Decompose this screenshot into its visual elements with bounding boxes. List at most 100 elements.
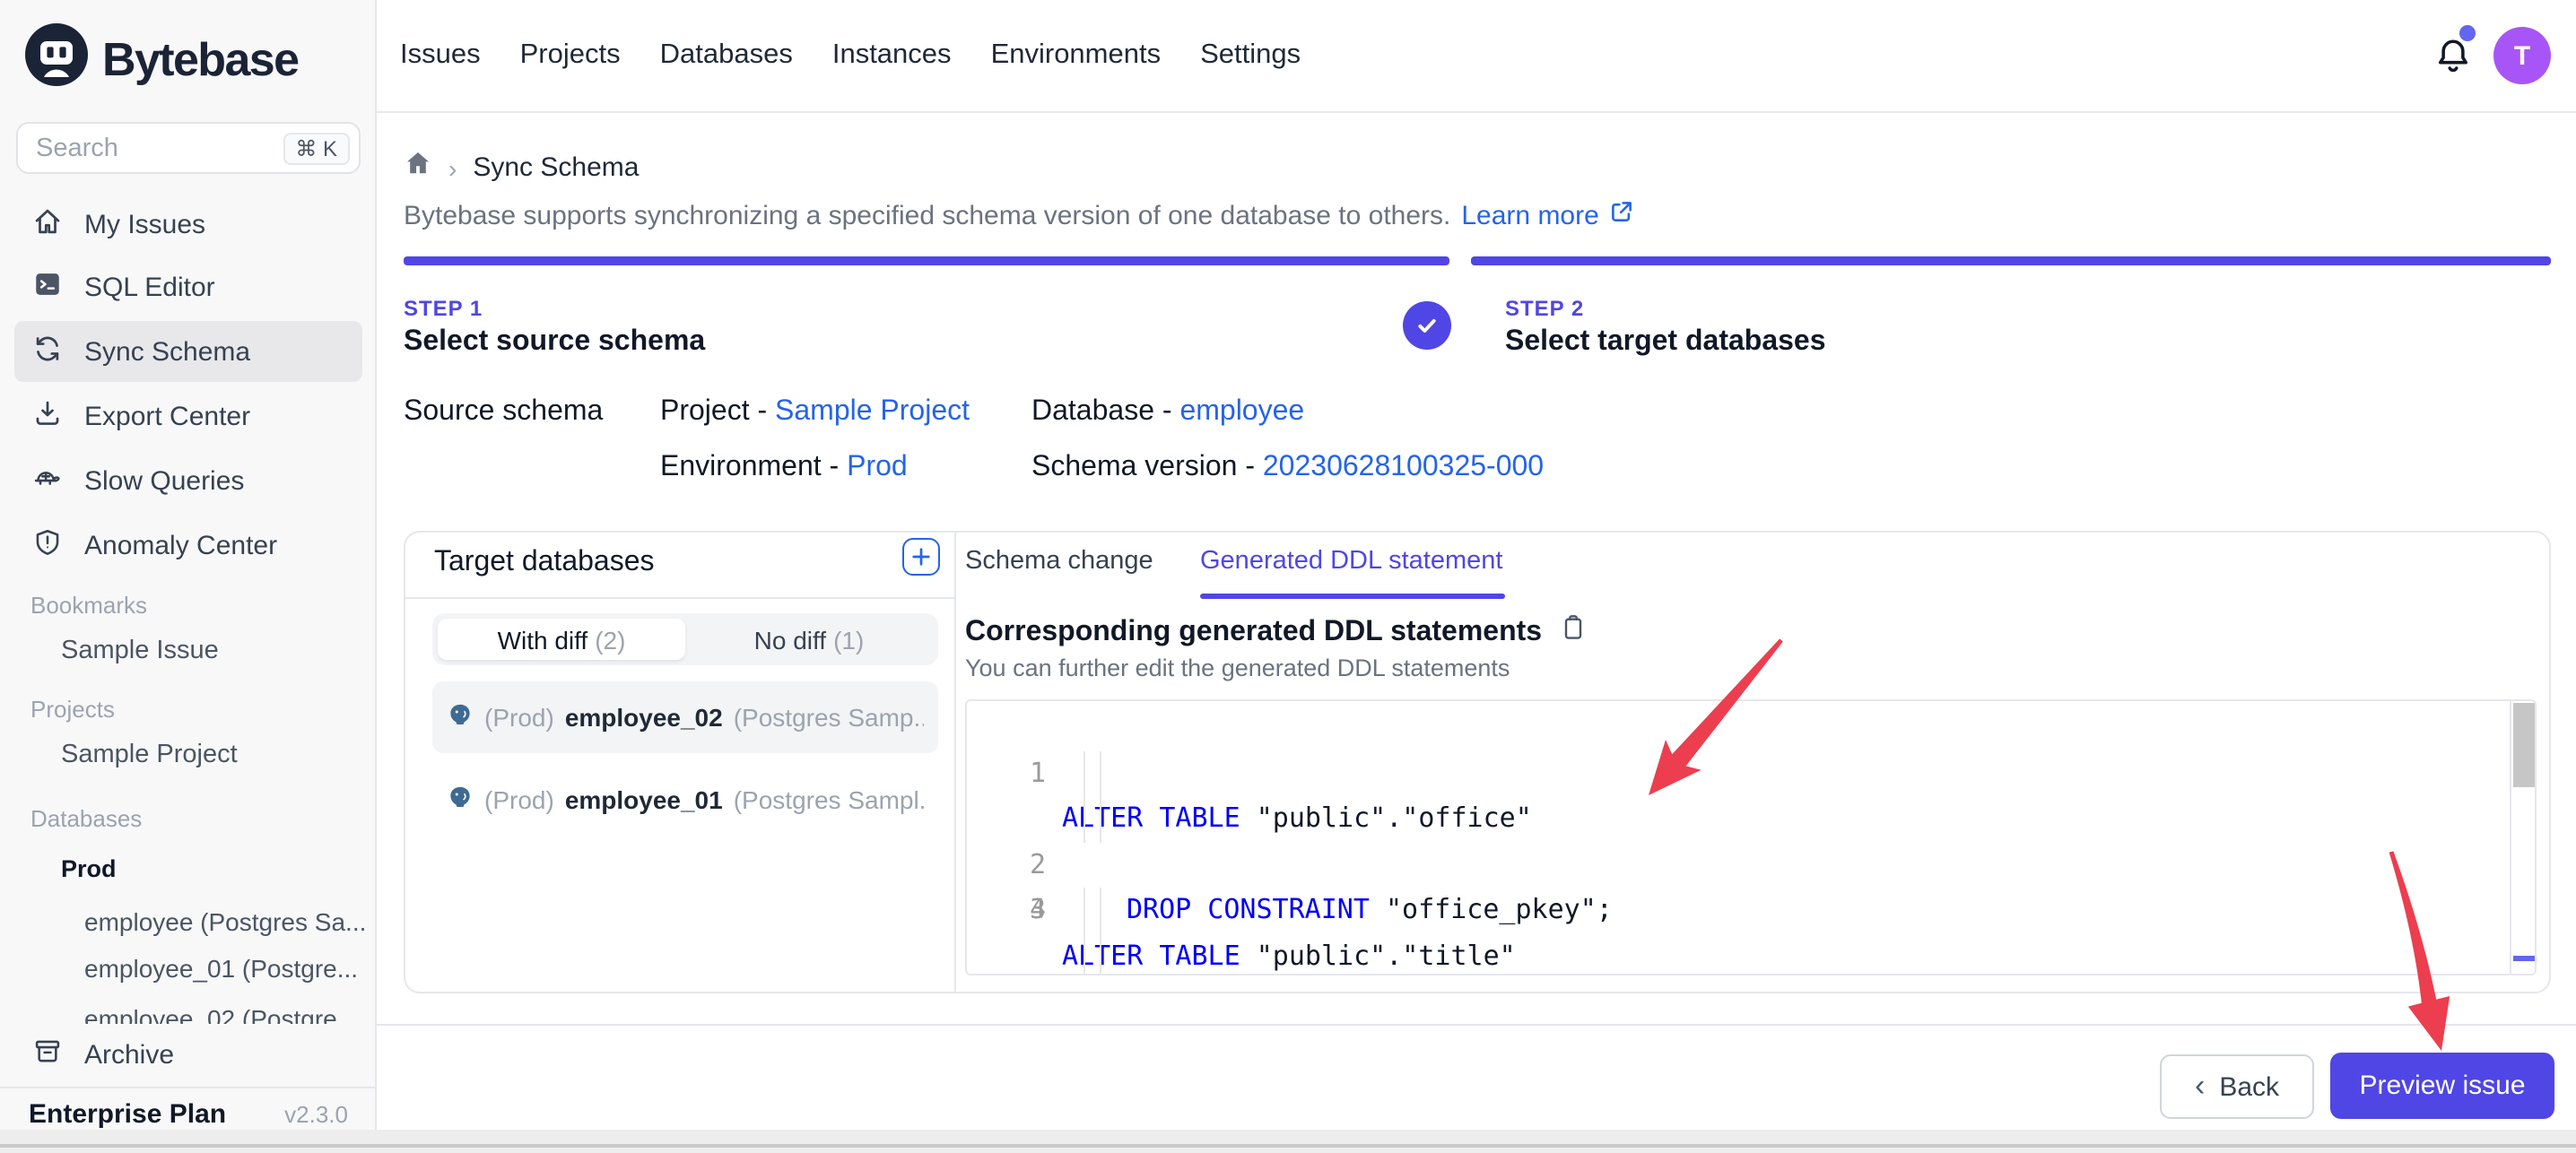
nav-databases[interactable]: Databases: [660, 39, 793, 72]
step1-title: Select source schema: [404, 326, 705, 359]
sidebar-item-sql-editor[interactable]: SQL Editor: [14, 256, 362, 317]
indent-guide: [1083, 750, 1085, 796]
source-database: Database - employee: [1031, 396, 1304, 429]
sidebar-item-sample-issue[interactable]: Sample Issue: [61, 637, 219, 665]
sidebar-item-slow-queries[interactable]: Slow Queries: [14, 450, 362, 511]
diff-filter-tabs: With diff (2) No diff (1): [432, 613, 938, 665]
db-suffix: (Postgres Samp...: [734, 703, 924, 732]
scrollbar-thumb[interactable]: [2513, 703, 2535, 787]
step1-check-icon: [1403, 301, 1451, 350]
back-label: Back: [2219, 1071, 2279, 1102]
source-environment: Environment - Prod: [660, 452, 908, 484]
plan-row: Enterprise Plan v2.3.0: [29, 1099, 348, 1130]
preview-issue-button[interactable]: Preview issue: [2330, 1053, 2554, 1119]
sidebar-section-bookmarks: Bookmarks: [30, 592, 147, 619]
avatar[interactable]: T: [2493, 27, 2551, 84]
home-breadcrumb-icon[interactable]: [404, 149, 432, 186]
sidebar-db-employee[interactable]: employee (Postgres Sa...: [84, 907, 368, 936]
db-name: employee_02: [565, 703, 723, 732]
step1-progress-bar: [404, 256, 1449, 264]
ddl-heading-row: Corresponding generated DDL statements: [965, 613, 1587, 651]
add-target-database-button[interactable]: [902, 538, 940, 576]
learn-more-link[interactable]: Learn more: [1461, 200, 1598, 230]
step1-label: STEP 1: [404, 296, 483, 321]
sidebar-item-label: My Issues: [84, 209, 205, 239]
nav-issues[interactable]: Issues: [400, 39, 481, 72]
sidebar-item-sync-schema[interactable]: Sync Schema: [14, 321, 362, 382]
indent-guide: [1100, 888, 1101, 933]
db-env: (Prod): [484, 703, 554, 732]
tab-with-diff[interactable]: With diff (2): [438, 619, 685, 660]
step2-title: Select target databases: [1505, 326, 1826, 359]
nav-projects[interactable]: Projects: [520, 39, 621, 72]
sync-panel: Target databases With diff (2) No diff (…: [404, 531, 2551, 993]
plan-version: v2.3.0: [284, 1101, 348, 1128]
sidebar-item-sample-project[interactable]: Sample Project: [61, 741, 238, 769]
external-link-icon[interactable]: [1610, 199, 1635, 231]
tab-count: (2): [595, 625, 625, 654]
notification-bell-icon[interactable]: [2432, 36, 2474, 86]
db-suffix: (Postgres Sampl...: [734, 785, 924, 813]
schema-version-link[interactable]: 20230628100325-000: [1263, 452, 1544, 482]
code-scrollbar[interactable]: [2510, 701, 2535, 974]
search-placeholder: Search: [36, 134, 283, 162]
sidebar-item-label: SQL Editor: [84, 272, 215, 302]
sidebar-item-label: Archive: [84, 1039, 174, 1070]
sidebar: Bytebase Search ⌘ K My Issues SQL Editor…: [0, 0, 377, 1137]
intro-text: Bytebase supports synchronizing a specif…: [404, 200, 1450, 230]
ddl-subheading: You can further edit the generated DDL s…: [965, 655, 1510, 681]
breadcrumb-current: Sync Schema: [473, 152, 639, 183]
indent-guide: [1100, 750, 1101, 796]
bytebase-logo-icon: [23, 22, 90, 97]
sidebar-section-projects: Projects: [30, 696, 115, 723]
target-db-item-employee-01[interactable]: (Prod) employee_01 (Postgres Sampl...: [432, 767, 938, 830]
version-label: Schema version -: [1031, 452, 1263, 482]
tab-schema-change[interactable]: Schema change: [965, 547, 1153, 576]
divider: [0, 1087, 377, 1088]
copy-icon[interactable]: [1558, 613, 1587, 651]
sidebar-item-export-center[interactable]: Export Center: [14, 386, 362, 446]
sidebar-item-my-issues[interactable]: My Issues: [14, 194, 362, 255]
project-link[interactable]: Sample Project: [775, 396, 970, 427]
step2-label: STEP 2: [1505, 296, 1584, 321]
postgres-icon: [447, 783, 474, 815]
ddl-code-editor[interactable]: 1 ALTER TABLE "public"."office" 2 DROP C…: [965, 699, 2537, 975]
ddl-heading: Corresponding generated DDL statements: [965, 616, 1542, 648]
breadcrumb-separator: ›: [448, 153, 457, 182]
tab-generated-ddl[interactable]: Generated DDL statement: [1200, 547, 1502, 576]
sidebar-section-databases: Databases: [30, 805, 142, 832]
db-name: employee_01: [565, 785, 723, 813]
bytebase-logo[interactable]: Bytebase: [23, 22, 298, 97]
postgres-icon: [447, 701, 474, 733]
target-db-item-employee-02[interactable]: (Prod) employee_02 (Postgres Samp...: [432, 681, 938, 753]
tab-no-diff[interactable]: No diff (1): [685, 619, 933, 660]
indent-guide: [1083, 933, 1085, 975]
sidebar-db-employee-01[interactable]: employee_01 (Postgre...: [84, 954, 368, 983]
search-input[interactable]: Search ⌘ K: [16, 122, 361, 174]
divider: [377, 1024, 2576, 1026]
intro-line: Bytebase supports synchronizing a specif…: [404, 199, 1635, 231]
nav-environments[interactable]: Environments: [991, 39, 1162, 72]
active-tab-underline: [1200, 594, 1505, 599]
tab-label: No diff: [754, 625, 826, 654]
indent-guide: [1100, 933, 1101, 975]
chevron-left-icon: ‹: [2195, 1069, 2205, 1105]
divider: [954, 533, 956, 992]
environment-label: Environment -: [660, 452, 847, 482]
bytebase-app: Bytebase Search ⌘ K My Issues SQL Editor…: [0, 0, 2576, 1153]
environment-link[interactable]: Prod: [847, 452, 908, 482]
sidebar-item-anomaly-center[interactable]: Anomaly Center: [14, 515, 362, 576]
archive-icon: [32, 1036, 63, 1073]
divider: [405, 597, 954, 599]
db-env: (Prod): [484, 785, 554, 813]
breadcrumb: › Sync Schema: [404, 149, 639, 186]
window-bottom-line: [0, 1144, 2576, 1147]
code-line: 2 DROP CONSTRAINT "office_pkey";: [967, 750, 2535, 796]
back-button[interactable]: ‹ Back: [2160, 1054, 2314, 1119]
sidebar-item-archive[interactable]: Archive: [14, 1024, 362, 1085]
database-link[interactable]: employee: [1179, 396, 1304, 427]
nav-settings[interactable]: Settings: [1200, 39, 1301, 72]
home-icon: [32, 205, 63, 243]
terminal-icon: [32, 268, 63, 306]
nav-instances[interactable]: Instances: [832, 39, 952, 72]
